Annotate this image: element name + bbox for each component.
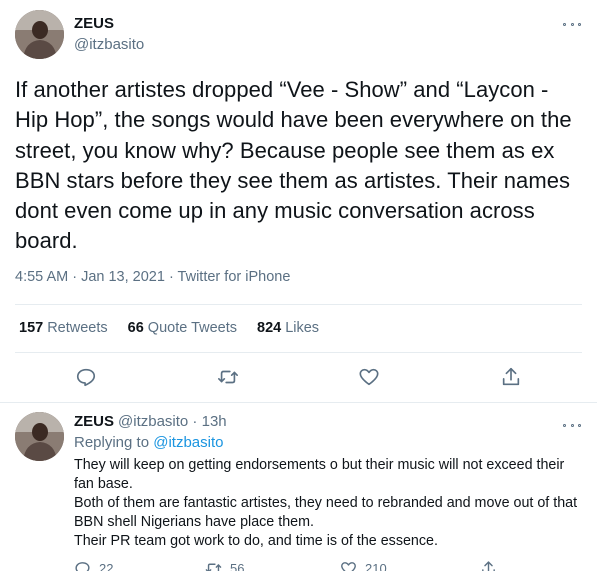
- retweet-icon[interactable]: [217, 366, 239, 388]
- likes-count: 824: [257, 320, 282, 336]
- likes-label: Likes: [285, 320, 320, 336]
- divider: [15, 304, 582, 305]
- reply-icon[interactable]: [75, 366, 97, 388]
- more-options-icon[interactable]: [563, 19, 581, 29]
- tweet-text: If another artistes dropped “Vee - Show”…: [15, 77, 572, 254]
- replying-to: Replying to @itzbasito: [74, 434, 223, 451]
- retweet-count: 56: [230, 561, 245, 571]
- retweets-count: 157: [19, 320, 44, 336]
- reply-text: They will keep on getting endorsements o…: [74, 456, 584, 551]
- like-count: 210: [365, 561, 387, 571]
- tweet-page: ZEUS @itzbasito If another artistes drop…: [0, 0, 597, 571]
- like-icon: [341, 562, 356, 571]
- reply-line: They will keep on getting endorsements o…: [74, 457, 565, 492]
- replying-prefix: Replying to: [74, 434, 150, 451]
- main-tweet: ZEUS @itzbasito If another artistes drop…: [0, 0, 597, 402]
- tweet-stats: 157 Retweets 66 Quote Tweets 824 Likes: [19, 320, 319, 336]
- quote-count: 66: [127, 320, 144, 336]
- share-icon: [482, 561, 495, 571]
- reply-count: 22: [99, 561, 114, 571]
- like-button[interactable]: 210: [340, 560, 387, 571]
- author-name[interactable]: ZEUS: [74, 15, 114, 32]
- tweet-timestamp[interactable]: 4:55 AM · Jan 13, 2021 · Twitter for iPh…: [15, 269, 290, 285]
- divider: [15, 352, 582, 353]
- reply-line: Both of them are fantastic artistes, the…: [74, 495, 578, 530]
- replying-to-link[interactable]: @itzbasito: [153, 434, 223, 451]
- divider: [0, 402, 597, 403]
- quote-label: Quote Tweets: [147, 320, 237, 336]
- more-options-icon[interactable]: [563, 420, 581, 430]
- quote-tweets-stat[interactable]: 66 Quote Tweets: [128, 320, 237, 336]
- reply-icon: [75, 562, 90, 571]
- likes-stat[interactable]: 824 Likes: [257, 320, 319, 336]
- avatar[interactable]: [15, 412, 64, 461]
- reply-header: ZEUS @itzbasito · 13h: [74, 413, 227, 430]
- retweet-button[interactable]: 56: [205, 560, 244, 571]
- author-name[interactable]: ZEUS: [74, 413, 114, 430]
- like-icon[interactable]: [358, 366, 380, 388]
- reply-actions: 22 56 210: [74, 560, 524, 571]
- author-handle-time[interactable]: @itzbasito · 13h: [118, 413, 227, 430]
- retweet-icon: [205, 563, 222, 571]
- share-icon[interactable]: [500, 366, 522, 388]
- reply-button[interactable]: 22: [74, 560, 113, 571]
- retweets-stat[interactable]: 157 Retweets: [19, 320, 108, 336]
- retweets-label: Retweets: [47, 320, 108, 336]
- avatar[interactable]: [15, 10, 64, 59]
- share-button[interactable]: [480, 560, 497, 571]
- author-handle[interactable]: @itzbasito: [74, 36, 144, 53]
- reply-line: Their PR team got work to do, and time i…: [74, 533, 438, 549]
